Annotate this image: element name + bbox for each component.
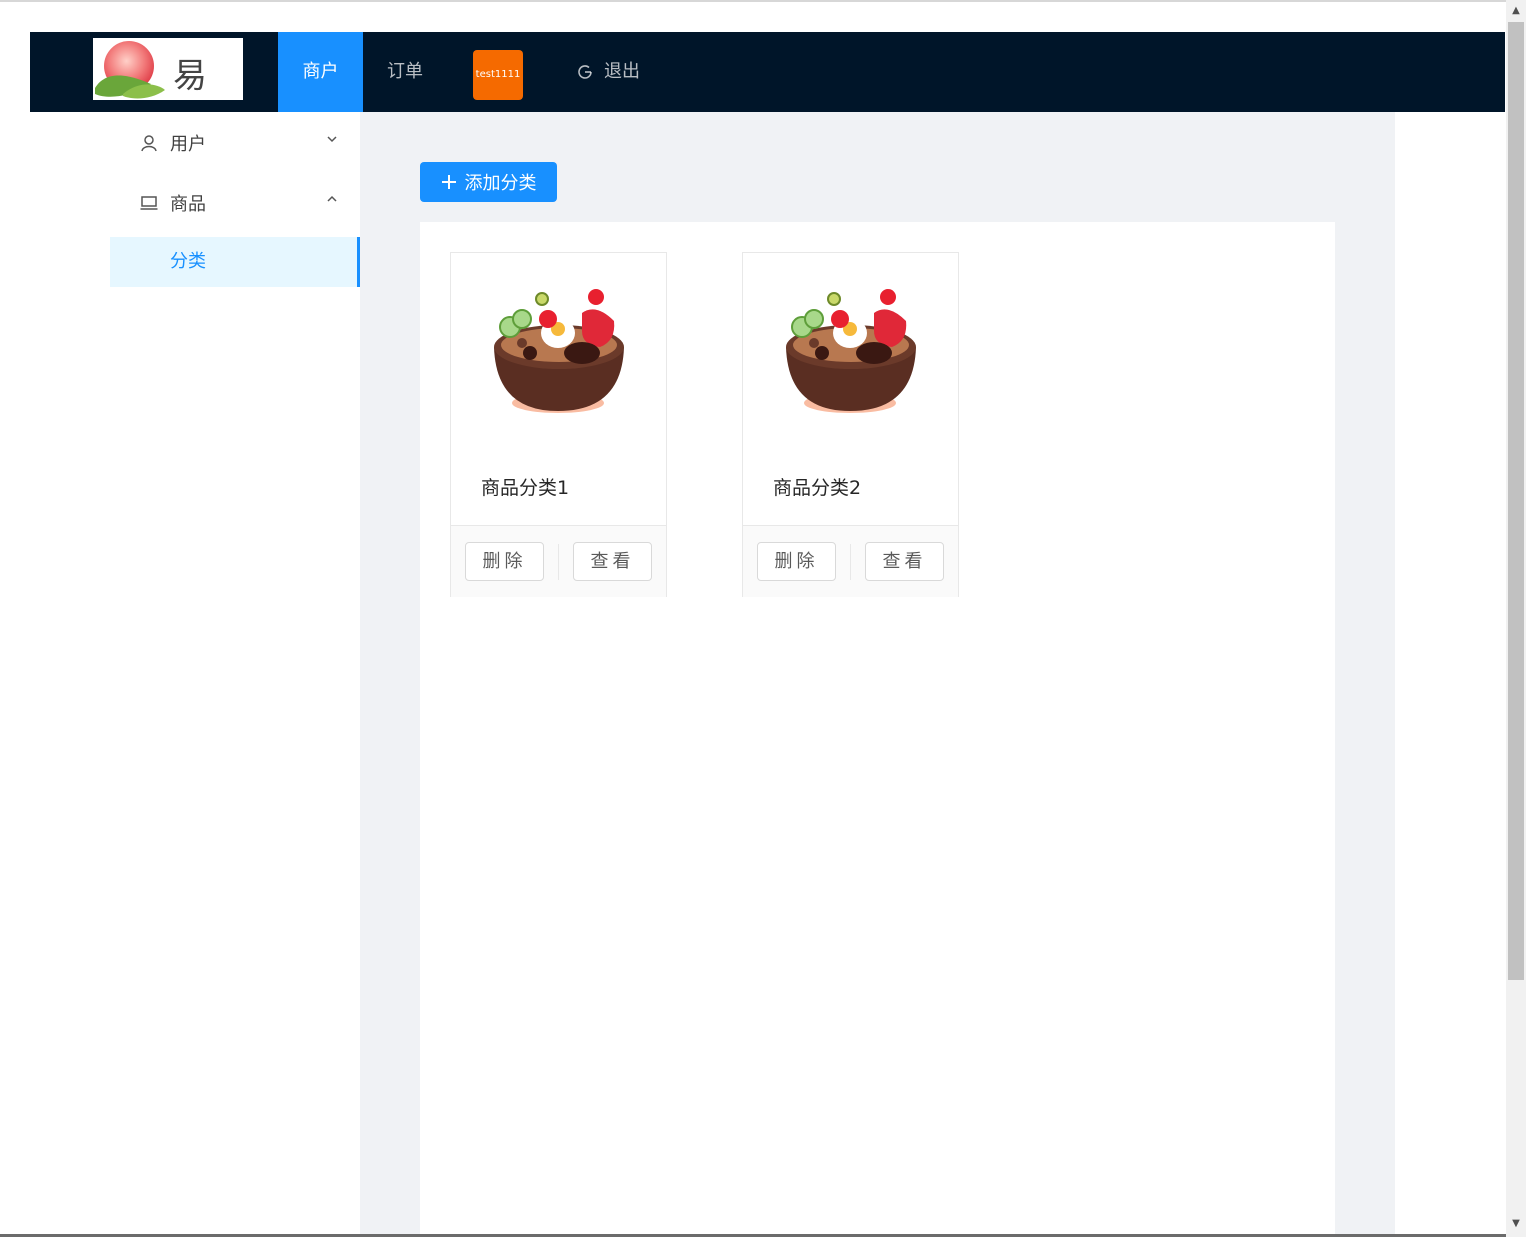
actions-divider [558,544,559,580]
sidebar-item-label: 商品 [170,194,206,215]
food-bowl-image [494,289,624,413]
scroll-down-icon[interactable]: ▼ [1506,1215,1526,1233]
window-top-border [0,0,1506,2]
view-button[interactable]: 查看 [865,542,944,581]
user-avatar[interactable]: test1111 [473,50,523,100]
chevron-down-icon [327,136,337,143]
food-bowl-image [786,289,916,413]
google-icon [578,65,592,79]
peach-logo-icon [95,41,165,99]
add-category-button[interactable]: 添加分类 [420,162,557,202]
sidebar-item-users[interactable]: 用户 [110,118,360,168]
app-logo[interactable]: 易餐 [93,38,243,100]
plus-icon [441,175,456,189]
vertical-scrollbar[interactable]: ▲ ▼ [1506,0,1526,1237]
category-card: 商品分类2 删除 查看 [742,252,959,597]
view-button[interactable]: 查看 [573,542,652,581]
top-header: 易餐 商户 订单 test1111 退出 [30,32,1505,112]
card-actions: 删除 查看 [743,525,958,597]
sidebar-item-label: 用户 [170,134,206,155]
user-icon [141,135,157,152]
logout-label: 退出 [604,61,640,82]
card-title: 商品分类1 [481,477,570,499]
logo-text: 易餐 [173,56,209,96]
actions-divider [850,544,851,580]
card-title: 商品分类2 [773,477,862,499]
nav-merchant[interactable]: 商户 [278,32,363,112]
add-category-label: 添加分类 [464,173,537,194]
laptop-icon [140,196,158,210]
nav-logout[interactable]: 退出 [568,32,648,112]
sidebar-item-category[interactable]: 分类 [110,237,360,287]
nav-order[interactable]: 订单 [370,32,440,112]
scroll-thumb[interactable] [1508,22,1524,980]
delete-button[interactable]: 删除 [757,542,836,581]
category-card: 商品分类1 删除 查看 [450,252,667,597]
chevron-up-icon [327,195,337,202]
sidebar: 用户 商品 分类 [110,112,360,1234]
scroll-up-icon[interactable]: ▲ [1506,2,1526,20]
delete-button[interactable]: 删除 [465,542,544,581]
card-actions: 删除 查看 [451,525,666,597]
sidebar-item-goods[interactable]: 商品 [110,178,360,228]
